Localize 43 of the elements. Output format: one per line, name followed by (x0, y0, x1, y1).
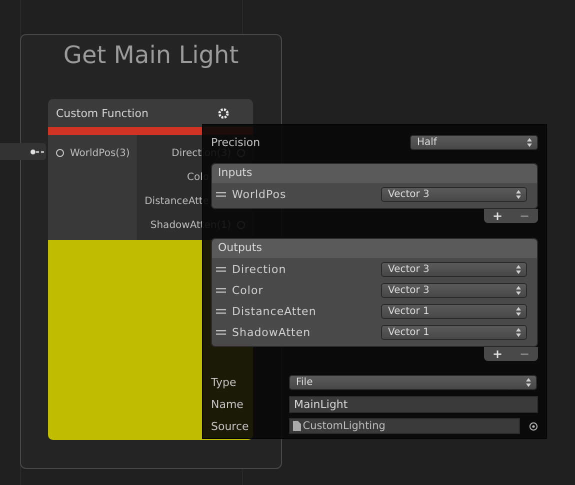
gear-icon[interactable] (218, 108, 229, 118)
parameter-name: DistanceAtten (232, 304, 318, 318)
type-dropdown[interactable]: Vector 3 (381, 262, 527, 276)
drag-handle-icon[interactable] (216, 192, 226, 196)
stepper-icon (516, 306, 521, 316)
drag-handle-icon[interactable] (216, 288, 226, 292)
object-picker-icon[interactable] (529, 422, 538, 430)
drag-handle-icon[interactable] (216, 308, 226, 314)
name-field[interactable]: MainLight (289, 396, 538, 412)
parameter-name: WorldPos (232, 188, 288, 200)
drag-handle-icon[interactable] (216, 330, 226, 334)
type-dropdown[interactable]: Vector 3 (381, 282, 527, 298)
stepper-icon (516, 190, 521, 198)
drag-handle-icon[interactable] (216, 266, 226, 272)
group-title: Get Main Light (63, 41, 239, 71)
node-title: Custom Function (56, 106, 148, 120)
stepper-icon (526, 378, 531, 386)
list-header: Inputs (212, 164, 537, 183)
port-label: WorldPos(3) (70, 148, 130, 158)
field-label: Precision (211, 136, 260, 148)
type-dropdown[interactable]: File (289, 374, 537, 390)
input-connector[interactable] (0, 143, 46, 160)
parameter-name: Direction (232, 262, 288, 276)
stepper-icon (516, 264, 521, 274)
file-icon (292, 421, 301, 431)
type-dropdown[interactable]: Vector 1 (381, 324, 527, 340)
stepper-icon (527, 138, 532, 146)
edge-drawing (30, 148, 44, 154)
field-label: Name (211, 398, 244, 410)
parameter-name: ShadowAtten (232, 326, 312, 338)
type-dropdown[interactable]: Vector 1 (381, 304, 527, 318)
field-label: Type (211, 376, 238, 388)
stepper-icon (516, 328, 521, 336)
type-dropdown[interactable]: Vector 3 (381, 186, 527, 202)
field-label: Source (211, 420, 250, 432)
list-header: Outputs (212, 239, 537, 258)
parameter-name: Color (232, 284, 264, 296)
add-button[interactable]: + (492, 348, 503, 360)
stepper-icon (516, 286, 521, 294)
port-icon[interactable] (56, 149, 64, 157)
add-button[interactable]: + (492, 210, 503, 222)
precision-dropdown[interactable]: Half (410, 134, 538, 150)
source-field[interactable]: CustomLighting (288, 418, 520, 434)
